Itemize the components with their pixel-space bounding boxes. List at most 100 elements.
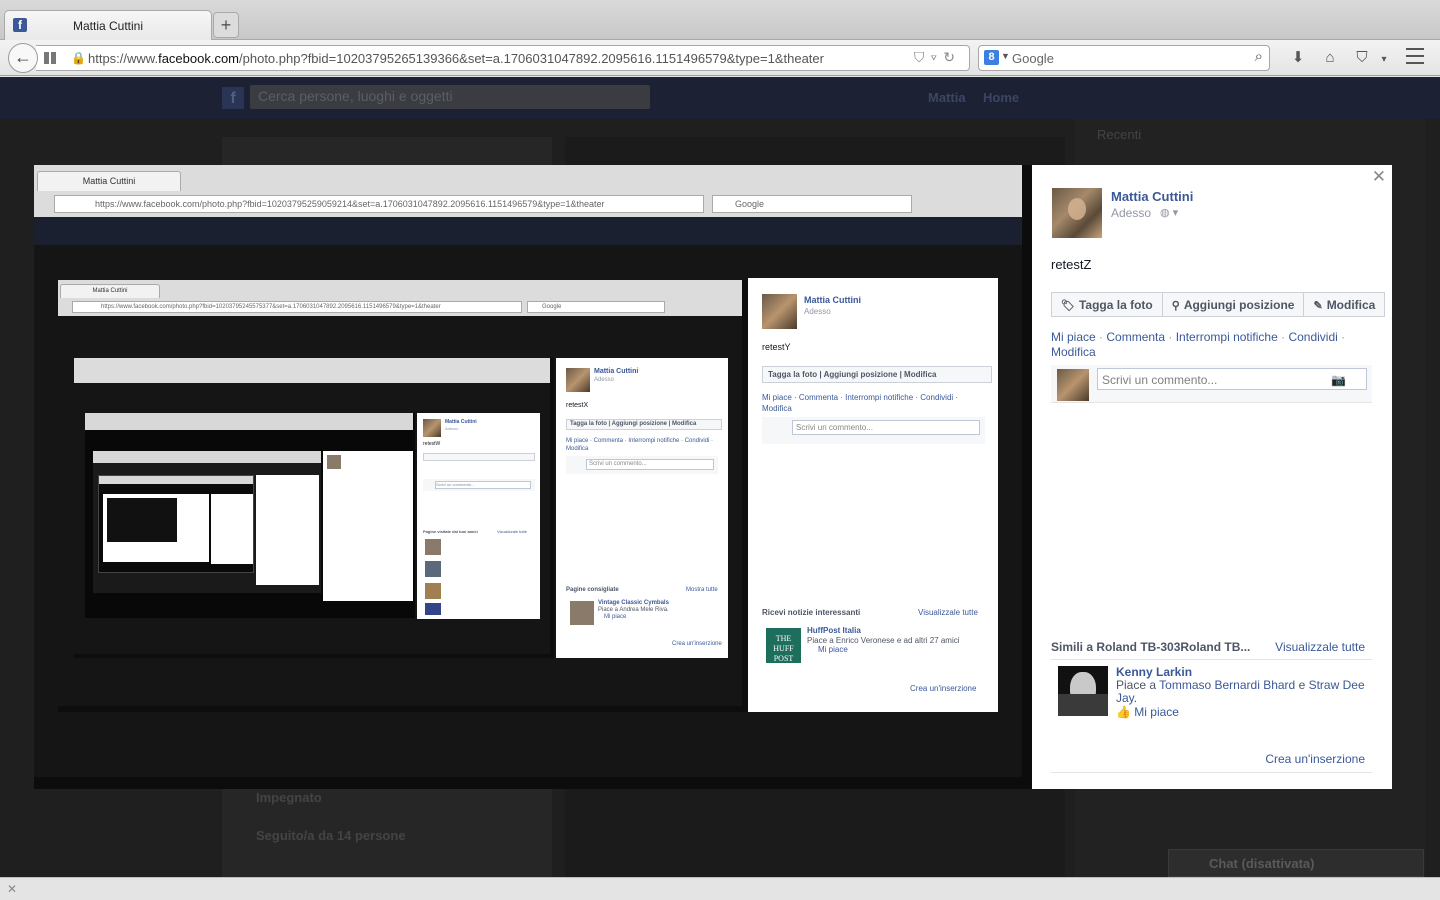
search-engine-dropdown-icon[interactable]: ▼ xyxy=(1001,51,1010,61)
download-icon[interactable]: ⬇ xyxy=(1282,48,1314,66)
nested4-chrome xyxy=(85,413,413,430)
reload-icon[interactable]: ↻ xyxy=(943,49,961,65)
stop-notifications-link[interactable]: Interrompi notifiche xyxy=(1176,330,1278,344)
nested2-caption: retestX xyxy=(566,402,589,409)
comment-input[interactable]: Scrivi un commento... xyxy=(1097,368,1367,390)
new-tab-button[interactable]: + xyxy=(213,12,239,38)
dropdown-arrow-icon[interactable]: ▿ xyxy=(930,49,943,65)
nested2-page-line: Piace a Andrea Mele Riva. xyxy=(598,607,669,613)
separator: · xyxy=(1095,330,1107,344)
photo-area[interactable]: Mattia Cuttini https://www.facebook.com/… xyxy=(34,165,1032,789)
close-icon[interactable]: ✕ xyxy=(1372,167,1386,187)
pocket-icon[interactable]: ⛉ xyxy=(914,49,931,65)
privacy-selector[interactable]: ◍ ▾ xyxy=(1160,206,1178,219)
url-prefix: https://www. xyxy=(88,51,159,66)
camera-icon[interactable]: 📷 xyxy=(1331,373,1346,387)
close-addon-bar-icon[interactable]: ✕ xyxy=(7,882,17,896)
bg-seguito: Seguito/a da 14 persone xyxy=(256,828,406,843)
nested2-comment: Scrivi un commento... xyxy=(566,456,718,474)
nested-screenshot-3: Mattia Cuttini Adesso retestW Scrivi un … xyxy=(74,358,550,654)
nested2-links: Mi piace · Commenta · Interrompi notific… xyxy=(566,438,714,452)
url-path: /photo.php?fbid=10203795265139366&set=a.… xyxy=(239,51,824,66)
pocket-save-icon[interactable]: ⛉ xyxy=(1346,49,1378,66)
nested1-photo: Mattia Cuttini https://www.facebook.com/… xyxy=(58,280,748,712)
tag-icon: 🏷 xyxy=(1061,300,1075,312)
tab-bar: f Mattia Cuttini + xyxy=(0,0,1440,40)
url-text[interactable]: https://www.facebook.com/photo.php?fbid=… xyxy=(88,51,824,66)
share-link[interactable]: Condividi xyxy=(1288,330,1337,344)
nested2-time: Adesso xyxy=(594,377,615,383)
nested1-tab: Mattia Cuttini xyxy=(37,171,181,191)
divider xyxy=(1051,659,1372,660)
nested2-author: Mattia Cuttini xyxy=(594,368,639,375)
nested3-caption: retestW xyxy=(423,441,441,447)
nested3-friends-title: Pagine visitate dai tuoi amici xyxy=(423,529,478,534)
nested7-photo xyxy=(107,498,177,542)
back-button[interactable]: ← xyxy=(8,43,38,73)
see-all-link[interactable]: Visualizzale tutte xyxy=(1275,640,1365,654)
nested5-chrome xyxy=(93,451,321,463)
friend-link-1[interactable]: Tommaso Bernardi Bhard xyxy=(1159,678,1295,692)
nested3-thumb-4 xyxy=(425,603,441,615)
edit-button[interactable]: ✎ Modifica xyxy=(1303,292,1386,317)
nested1-time: Adesso xyxy=(804,307,831,316)
tag-photo-button[interactable]: 🏷 Tagga la foto xyxy=(1051,292,1163,317)
address-bar[interactable]: 🔒 https://www.facebook.com/photo.php?fbi… xyxy=(36,45,970,71)
nested3-buttons xyxy=(423,453,535,461)
nested2-chrome: Mattia Cuttini https://www.facebook.com/… xyxy=(58,280,742,316)
nested5-photo xyxy=(98,475,254,573)
nested3-photo xyxy=(85,413,415,618)
chevron-down-icon[interactable]: ▾ xyxy=(1378,54,1390,65)
url-domain: facebook.com xyxy=(158,51,240,66)
search-icon[interactable]: ⌕ xyxy=(1255,48,1263,65)
nested4-sidebar xyxy=(323,451,413,601)
comment-link[interactable]: Commenta xyxy=(1106,330,1165,344)
suggestion-avatar[interactable] xyxy=(1058,666,1108,716)
nested4-avatar xyxy=(327,455,341,469)
search-input[interactable]: Google xyxy=(1012,51,1054,66)
nested1-fbbar xyxy=(34,217,1022,245)
nested1-comment-input: Scrivi un commento... xyxy=(792,420,980,435)
suggestion-like-button[interactable]: 👍 Mi piace xyxy=(1116,705,1179,719)
google-logo-icon[interactable]: 8 xyxy=(984,50,999,65)
like-link[interactable]: Mi piace xyxy=(1051,330,1096,344)
nested2-pages-all: Mostra tutte xyxy=(686,587,718,593)
browser-tab[interactable]: f Mattia Cuttini xyxy=(4,10,212,40)
facebook-logo-icon: f xyxy=(222,87,244,109)
bg-impegnato: Impegnato xyxy=(256,790,322,805)
divider xyxy=(1051,772,1372,773)
globe-icon: ◍ xyxy=(1160,207,1170,219)
nested2-page-like: Mi piace xyxy=(604,614,627,620)
add-location-label: Aggiungi posizione xyxy=(1183,298,1295,312)
bg-chat-bar: Chat (disattivata) xyxy=(1168,849,1424,877)
nested-screenshot-1: Mattia Cuttini https://www.facebook.com/… xyxy=(34,165,1022,777)
nested3-time: Adesso xyxy=(445,426,459,431)
add-location-button[interactable]: ⚲ Aggiungi posizione xyxy=(1161,292,1305,317)
create-ad-link[interactable]: Crea un'inserzione xyxy=(1265,752,1365,766)
author-name[interactable]: Mattia Cuttini xyxy=(1111,189,1193,204)
search-bar[interactable]: 8 ▼ Google ⌕ xyxy=(978,45,1270,71)
nested1-create-ad: Crea un'inserzione xyxy=(910,684,977,693)
home-icon[interactable]: ⌂ xyxy=(1314,49,1346,66)
edit-link[interactable]: Modifica xyxy=(1051,345,1096,359)
post-time[interactable]: Adesso xyxy=(1111,206,1151,220)
comment-box: Scrivi un commento... 📷 xyxy=(1051,365,1372,403)
commenter-avatar xyxy=(1057,369,1089,401)
navigation-bar: 🔒 https://www.facebook.com/photo.php?fbi… xyxy=(0,40,1440,76)
lock-icon: 🔒 xyxy=(71,51,86,65)
tag-photo-label: Tagga la foto xyxy=(1078,298,1153,312)
tab-title: Mattia Cuttini xyxy=(72,19,144,33)
bg-recent: Recenti xyxy=(1097,127,1142,142)
nested1-comment: Scrivi un commento... xyxy=(762,417,985,444)
nested3-avatar xyxy=(423,419,441,437)
author-avatar[interactable] xyxy=(1052,188,1102,238)
hamburger-menu-icon[interactable] xyxy=(1406,48,1424,64)
pencil-icon: ✎ xyxy=(1313,300,1323,312)
suggestion-name[interactable]: Kenny Larkin xyxy=(1116,665,1192,679)
nested1-news-all: Visualizzale tutte xyxy=(918,608,978,617)
facebook-home-link: Home xyxy=(983,90,1020,105)
nested3-comment-input: Scrivi un commento... xyxy=(435,481,531,489)
page-grid-icon[interactable] xyxy=(44,52,56,64)
nested1-buttons: Tagga la foto | Aggiungi posizione | Mod… xyxy=(762,366,992,383)
toolbar-icons: ⬇ ⌂ ⛉ ▾ xyxy=(1282,48,1390,66)
